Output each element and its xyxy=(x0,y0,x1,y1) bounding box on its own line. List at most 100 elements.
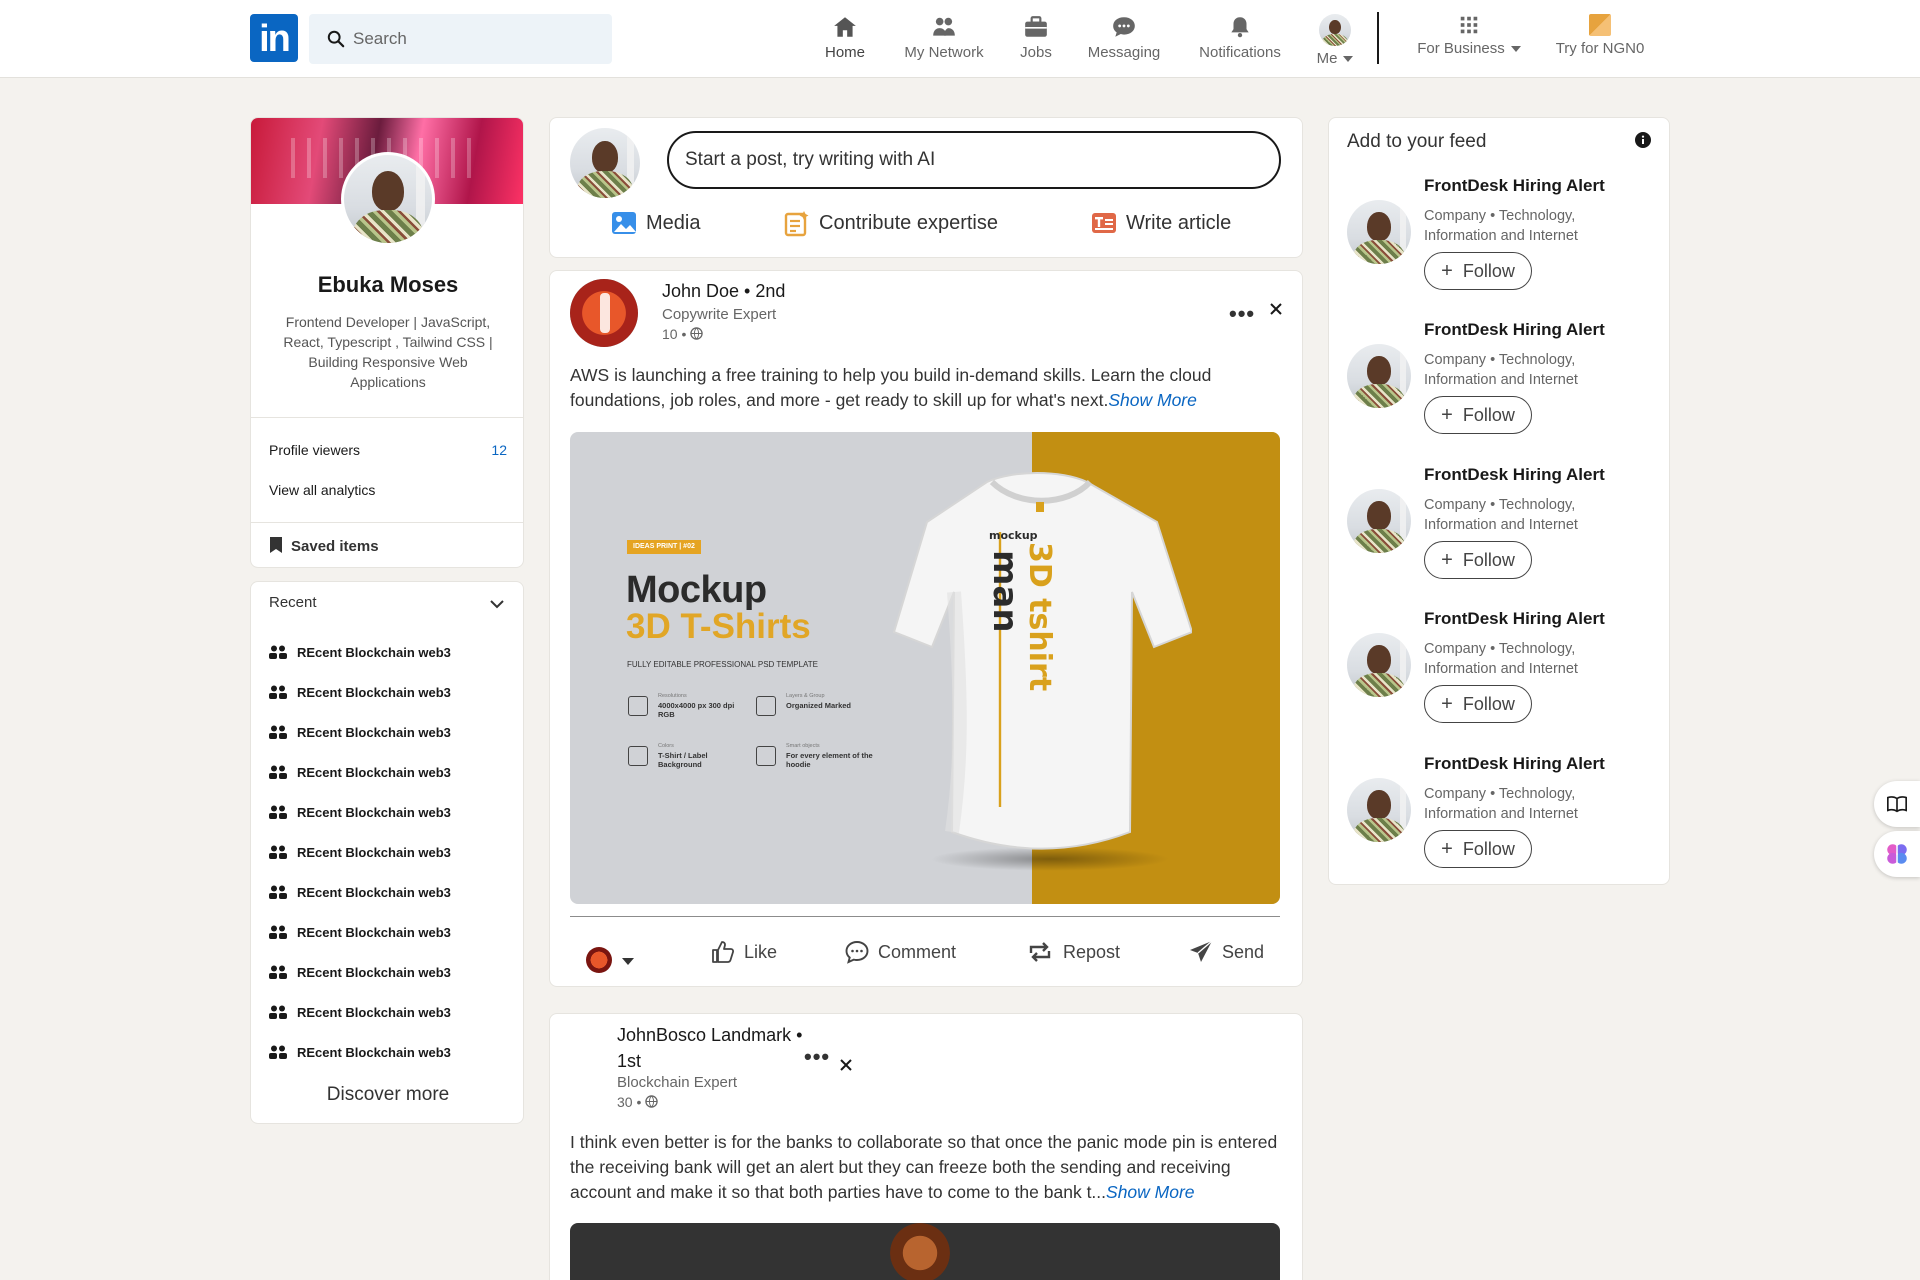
contribute-expertise-button[interactable]: Contribute expertise xyxy=(783,206,998,240)
profile-viewers-row[interactable]: Profile viewers 12 xyxy=(269,442,507,458)
suggestion-avatar[interactable] xyxy=(1347,778,1411,842)
feed-post: John Doe • 2nd Copywrite Expert 10 • •••… xyxy=(549,270,1303,987)
suggestion-name[interactable]: FrontDesk Hiring Alert xyxy=(1424,609,1605,629)
mockup-badge: IDEAS PRINT | #02 xyxy=(627,540,701,554)
recent-item[interactable]: REcent Blockchain web3 xyxy=(269,992,509,1032)
show-more-link[interactable]: Show More xyxy=(1106,1182,1195,1202)
post-timestamp: 10 • xyxy=(662,326,703,342)
feed-post: JohnBosco Landmark • 1st Blockchain Expe… xyxy=(549,1013,1303,1280)
recent-item-label: REcent Blockchain web3 xyxy=(297,804,451,820)
more-options-icon[interactable]: ••• xyxy=(1229,301,1255,327)
search-input[interactable] xyxy=(353,14,603,64)
search-box[interactable] xyxy=(309,14,612,64)
image-icon xyxy=(612,212,636,234)
recent-item[interactable]: REcent Blockchain web3 xyxy=(269,712,509,752)
saved-items-link[interactable]: Saved items xyxy=(269,536,379,555)
recent-item[interactable]: REcent Blockchain web3 xyxy=(269,912,509,952)
profile-card: Ebuka Moses Frontend Developer | JavaScr… xyxy=(250,117,524,568)
feed-suggestion: FrontDesk Hiring Alert Company • Technol… xyxy=(1329,320,1671,464)
nav-messaging-label: Messaging xyxy=(1087,44,1161,61)
reaction-avatar[interactable] xyxy=(586,947,612,973)
show-more-link[interactable]: Show More xyxy=(1108,390,1197,410)
info-icon[interactable] xyxy=(1635,132,1651,148)
suggestion-avatar[interactable] xyxy=(1347,200,1411,264)
post-image[interactable] xyxy=(570,1223,1280,1280)
profile-name[interactable]: Ebuka Moses xyxy=(251,272,523,298)
recent-item[interactable]: REcent Blockchain web3 xyxy=(269,752,509,792)
recent-item[interactable]: REcent Blockchain web3 xyxy=(269,832,509,872)
recent-item-label: REcent Blockchain web3 xyxy=(297,764,451,780)
nav-jobs[interactable]: Jobs xyxy=(1012,14,1060,66)
follow-button[interactable]: + Follow xyxy=(1424,541,1532,579)
nav-try-premium[interactable]: Try for NGN0 xyxy=(1548,14,1652,66)
post-image[interactable]: IDEAS PRINT | #02 Mockup 3D T-Shirts FUL… xyxy=(570,432,1280,904)
nav-for-business[interactable]: For Business xyxy=(1410,14,1528,66)
view-analytics-link[interactable]: View all analytics xyxy=(269,482,507,498)
feed-suggestion: FrontDesk Hiring Alert Company • Technol… xyxy=(1329,754,1671,898)
follow-button[interactable]: + Follow xyxy=(1424,396,1532,434)
discover-more-link[interactable]: Discover more xyxy=(251,1084,525,1106)
follow-button[interactable]: + Follow xyxy=(1424,830,1532,868)
network-icon xyxy=(933,17,955,36)
follow-button[interactable]: + Follow xyxy=(1424,252,1532,290)
media-button[interactable]: Media xyxy=(610,206,700,240)
chevron-down-icon xyxy=(1510,46,1521,53)
reader-extension-button[interactable] xyxy=(1874,781,1920,827)
recent-item[interactable]: REcent Blockchain web3 xyxy=(269,952,509,992)
nav-me[interactable]: Me xyxy=(1310,14,1360,67)
recent-item[interactable]: REcent Blockchain web3 xyxy=(269,792,509,832)
post-author-name[interactable]: JohnBosco Landmark • 1st xyxy=(617,1022,817,1074)
nav-notifications[interactable]: Notifications xyxy=(1190,14,1290,66)
more-options-icon[interactable]: ••• xyxy=(804,1044,830,1070)
post-body: AWS is launching a free training to help… xyxy=(570,363,1284,413)
recent-item[interactable]: REcent Blockchain web3 xyxy=(269,872,509,912)
comment-button[interactable]: Comment xyxy=(844,939,956,965)
globe-icon xyxy=(690,327,703,340)
post-author-headline: Copywrite Expert xyxy=(662,306,777,323)
profile-avatar[interactable] xyxy=(341,152,435,246)
suggestion-avatar[interactable] xyxy=(1347,489,1411,553)
follow-label: Follow xyxy=(1462,693,1515,714)
post-author-headline: Blockchain Expert xyxy=(617,1074,738,1091)
me-avatar xyxy=(1319,14,1351,46)
mockup-feature: Layers & Group Organized Marked xyxy=(756,692,866,716)
grid-icon xyxy=(1460,16,1478,34)
plus-icon: + xyxy=(1441,548,1453,571)
recent-card: Recent REcent Blockchain web3 REcent Blo… xyxy=(250,581,524,1124)
write-article-button[interactable]: Write article xyxy=(1090,206,1231,240)
nav-jobs-label: Jobs xyxy=(1020,44,1052,61)
add-to-feed-card: Add to your feed FrontDesk Hiring Alert … xyxy=(1328,117,1670,885)
suggestion-name[interactable]: FrontDesk Hiring Alert xyxy=(1424,754,1605,774)
follow-button[interactable]: + Follow xyxy=(1424,685,1532,723)
recent-item-label: REcent Blockchain web3 xyxy=(297,964,451,980)
repost-button[interactable]: Repost xyxy=(1025,939,1120,965)
close-icon[interactable] xyxy=(839,1058,853,1072)
post-author-name[interactable]: John Doe • 2nd xyxy=(662,281,785,302)
recent-item[interactable]: REcent Blockchain web3 xyxy=(269,672,509,712)
recent-item[interactable]: REcent Blockchain web3 xyxy=(269,1032,509,1072)
suggestion-avatar[interactable] xyxy=(1347,633,1411,697)
linkedin-logo[interactable]: in xyxy=(250,14,298,62)
post-author-avatar[interactable] xyxy=(570,279,638,347)
ai-extension-button[interactable] xyxy=(1874,831,1920,877)
suggestion-avatar[interactable] xyxy=(1347,344,1411,408)
suggestion-name[interactable]: FrontDesk Hiring Alert xyxy=(1424,176,1605,196)
suggestion-name[interactable]: FrontDesk Hiring Alert xyxy=(1424,465,1605,485)
tshirt-print-word: mockup xyxy=(989,529,1038,542)
composer-avatar[interactable] xyxy=(570,128,640,198)
start-post-button[interactable]: Start a post, try writing with AI xyxy=(667,131,1281,189)
profile-viewers-label: Profile viewers xyxy=(269,442,361,458)
nav-my-network[interactable]: My Network xyxy=(896,14,992,66)
send-button[interactable]: Send xyxy=(1188,939,1264,965)
feature-caption: Resolutions xyxy=(658,693,687,699)
nav-home[interactable]: Home xyxy=(818,14,872,66)
close-icon[interactable] xyxy=(1269,302,1283,316)
like-button[interactable]: Like xyxy=(710,939,777,965)
suggestion-name[interactable]: FrontDesk Hiring Alert xyxy=(1424,320,1605,340)
chevron-down-icon[interactable] xyxy=(622,958,634,965)
group-icon xyxy=(269,685,287,699)
recent-item[interactable]: REcent Blockchain web3 xyxy=(269,632,509,672)
chevron-down-icon[interactable] xyxy=(489,596,505,612)
mockup-feature: Colors T-Shirt / Label Background xyxy=(628,742,738,769)
nav-messaging[interactable]: Messaging xyxy=(1084,14,1164,66)
